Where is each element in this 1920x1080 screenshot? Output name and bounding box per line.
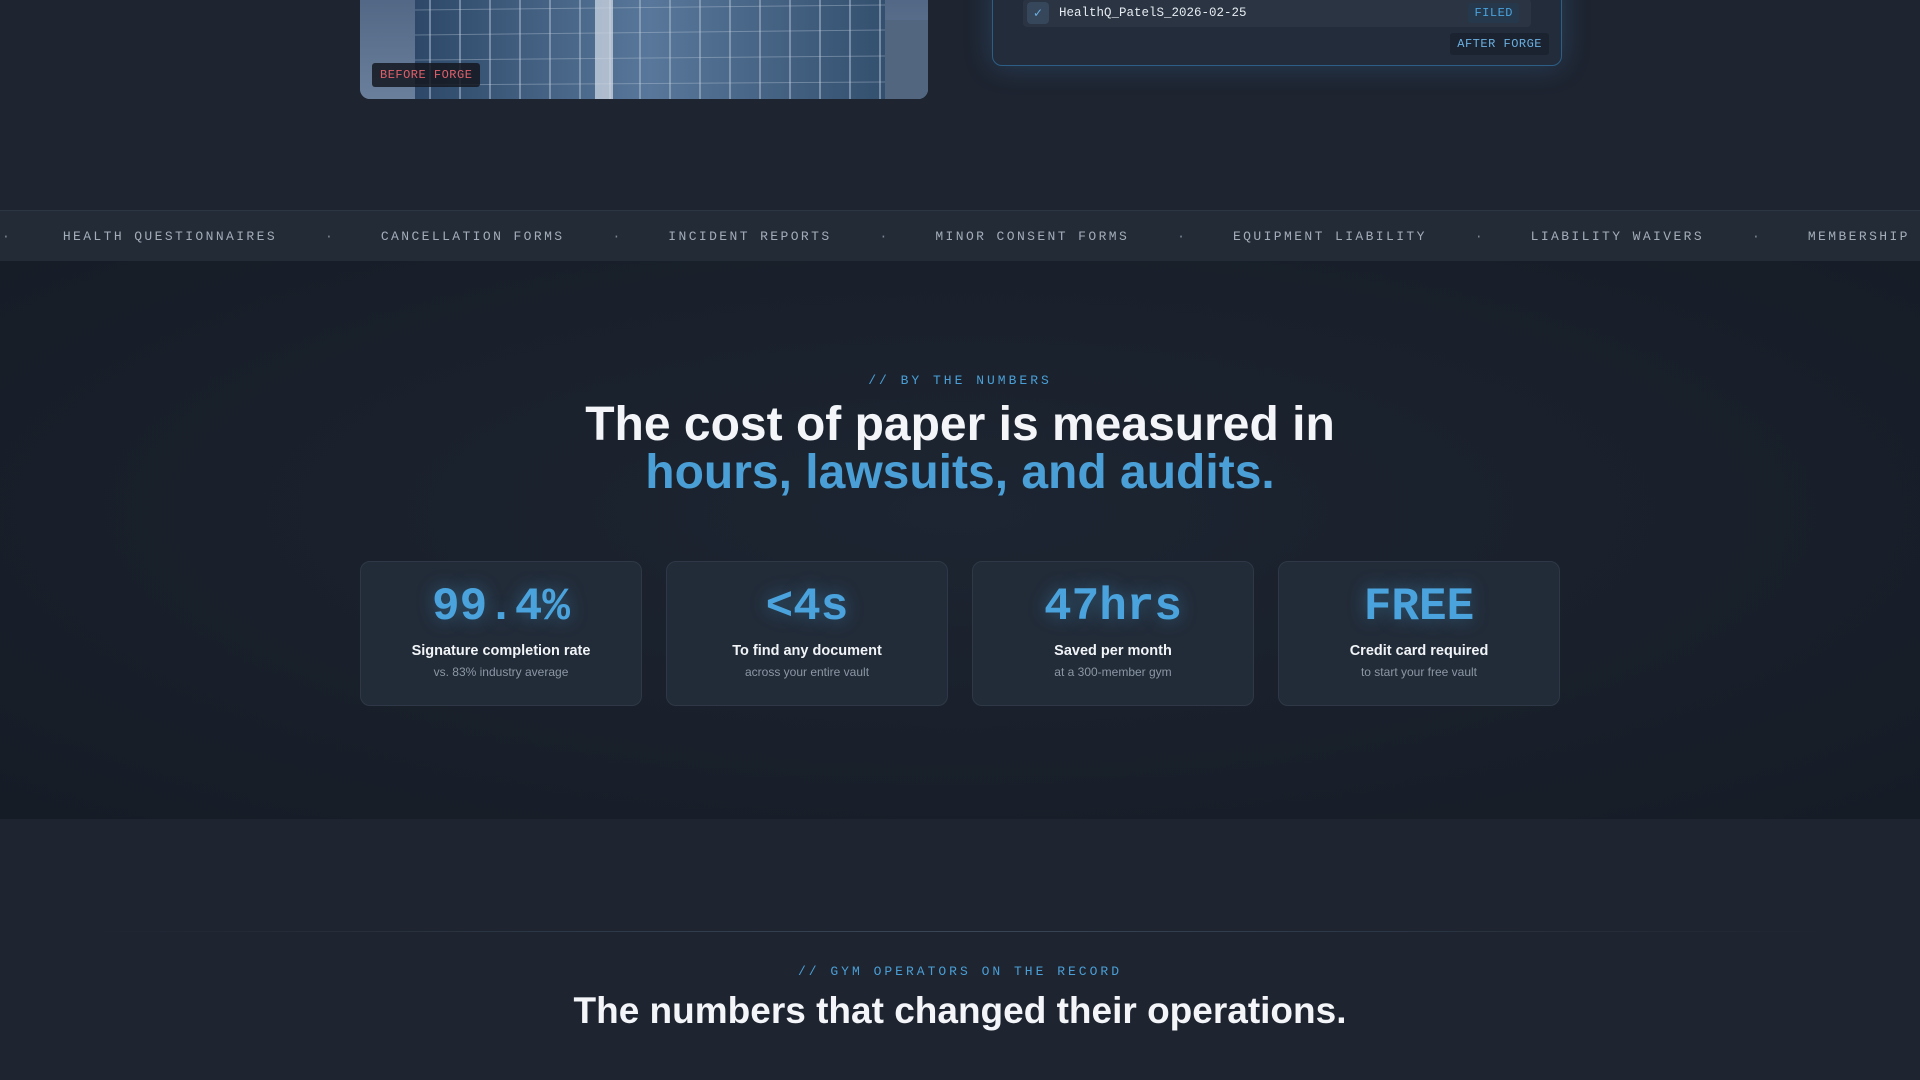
ticker-item: MEMBERSHIP AGREEME (1807, 228, 1920, 244)
file-name: HealthQ_PatelS_2026-02-25 (1059, 6, 1247, 20)
section-divider (80, 931, 1840, 932)
after-forge-label: AFTER FORGE (1450, 33, 1549, 55)
stat-label: Saved per month (1054, 643, 1172, 659)
headline-line-1: The cost of paper is measured in (585, 398, 1335, 451)
ticker-item: HEALTH QUESTIONNAIRES (62, 228, 278, 244)
headline-line-2: hours, lawsuits, and audits. (645, 446, 1275, 499)
ticker-separator: · (2, 228, 10, 244)
ticker-separator: · (612, 228, 621, 244)
stat-label: To find any document (732, 643, 882, 659)
testimonials-headline: The numbers that changed their operation… (573, 990, 1347, 1031)
stat-value: <4s (765, 581, 849, 633)
stat-value: 99.4% (431, 581, 571, 633)
stat-label: Credit card required (1349, 643, 1489, 659)
stat-subtext: to start your free vault (1360, 665, 1478, 679)
ticker-separator: · (325, 228, 333, 244)
section-kicker: // BY THE NUMBERS (868, 373, 1052, 388)
stat-card-find-document: <4s To find any document across your ent… (666, 561, 948, 706)
stat-value: FREE (1363, 581, 1475, 633)
ticker-separator: · (1752, 228, 1760, 244)
stat-card-hours-saved: 47hrs Saved per month at a 300-member gy… (972, 561, 1254, 706)
ticker-item: MINOR CONSENT FORMS (935, 228, 1130, 244)
stat-subtext: at a 300-member gym (1054, 665, 1172, 679)
after-forge-card: ✓ HealthQ_PatelS_2026-02-25 FILED AFTER … (992, 0, 1562, 66)
before-forge-label: BEFORE FORGE (372, 63, 481, 87)
filed-document-row: ✓ HealthQ_PatelS_2026-02-25 FILED (1023, 0, 1531, 27)
ticker-track: · HEALTH QUESTIONNAIRES · CANCELLATION F… (0, 211, 1920, 261)
ticker-separator: · (1177, 228, 1185, 244)
section-headline: The cost of paper is measured in hours, … (0, 401, 1920, 497)
ticker-item: INCIDENT REPORTS (668, 228, 832, 244)
stat-value: 47hrs (1043, 581, 1183, 633)
stat-card-free: FREE Credit card required to start your … (1278, 561, 1560, 706)
filed-status-badge: FILED (1468, 3, 1519, 23)
ticker-separator: · (1474, 228, 1483, 244)
ticker-item: EQUIPMENT LIABILITY (1232, 228, 1427, 244)
ticker-item: LIABILITY WAIVERS (1530, 228, 1705, 244)
document-types-ticker: · HEALTH QUESTIONNAIRES · CANCELLATION F… (0, 210, 1920, 262)
stat-card-completion: 99.4% Signature completion rate vs. 83% … (360, 561, 642, 706)
ticker-separator: · (879, 228, 888, 244)
ticker-item: CANCELLATION FORMS (380, 228, 565, 244)
before-forge-image: BEFORE FORGE (360, 0, 928, 99)
testimonials-kicker: // GYM OPERATORS ON THE RECORD (797, 964, 1123, 979)
stat-subtext: across your entire vault (744, 665, 870, 679)
checkmark-icon: ✓ (1027, 2, 1049, 24)
by-the-numbers-section: // BY THE NUMBERS The cost of paper is m… (0, 261, 1920, 819)
stat-subtext: vs. 83% industry average (433, 665, 569, 679)
stat-label: Signature completion rate (411, 643, 591, 659)
